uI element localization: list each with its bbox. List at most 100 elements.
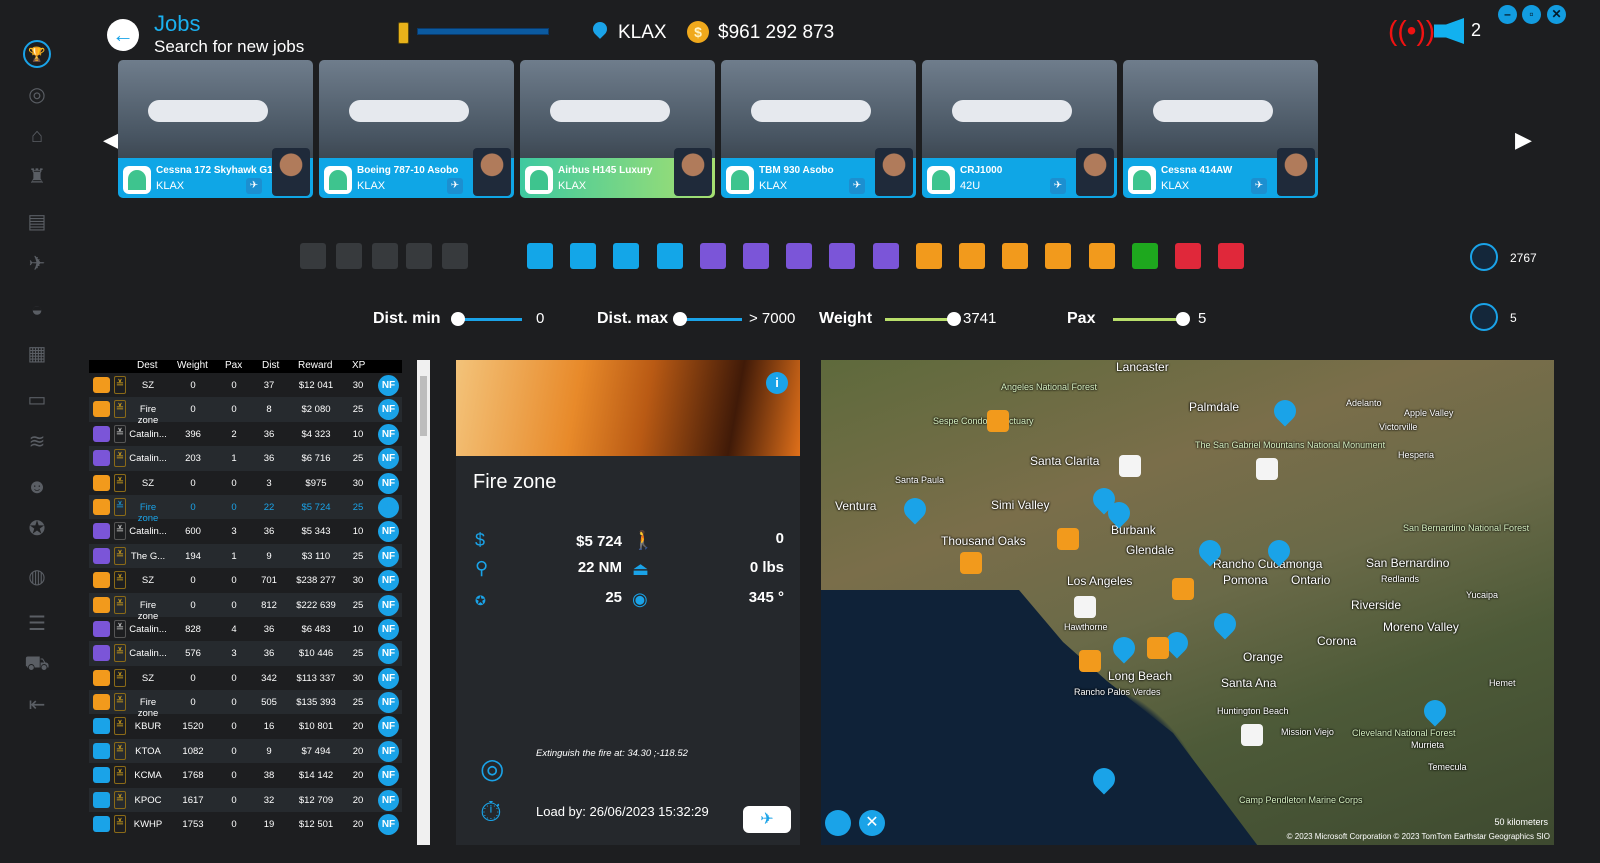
view-job-button[interactable]: NF [378,448,399,470]
hangar-icon[interactable]: ⌂ [23,124,51,148]
table-row[interactable]: ≚ Catalin... 203 1 36 $6 716 25 NF [89,446,402,471]
view-job-button[interactable]: NF [378,643,399,665]
view-job-button[interactable]: NF [378,716,399,738]
table-row[interactable]: ≚ KPOC 1617 0 32 $12 709 20 NF [89,787,402,813]
view-job-button[interactable]: NF [378,521,399,543]
table-row[interactable]: ≚ Catalin... 396 2 36 $4 323 10 NF [89,422,402,446]
table-row[interactable]: ≚ KTOA 1082 0 9 $7 494 20 NF [89,738,402,764]
rescue-icon[interactable] [959,243,985,269]
table-row[interactable]: ≚ Fire zone 0 0 8 $2 080 25 NF [89,397,402,426]
table-row[interactable]: ≚ Fire zone 0 0 812 $222 639 25 NF [89,592,402,622]
job-map-marker[interactable] [1079,650,1101,672]
documents-icon[interactable]: ▦ [23,342,51,366]
table-row[interactable]: ≚ KBUR 1520 0 16 $10 801 20 NF [89,714,402,738]
lamp-icon[interactable] [372,243,398,269]
job-map-marker[interactable] [1074,596,1096,618]
view-job-button[interactable]: NF [378,375,399,396]
map-layer-button[interactable] [825,810,851,836]
trophy-icon[interactable]: 🏆 [23,40,51,68]
passenger-photo-icon[interactable] [829,243,856,269]
job-map-marker[interactable] [899,493,931,525]
fuel-icon[interactable] [406,243,432,269]
job-map-marker[interactable] [987,410,1009,432]
passenger-helicopter-icon[interactable] [786,243,813,269]
map-satellite-button[interactable]: ✕ [859,810,885,836]
table-row[interactable]: ≚ SZ 0 0 701 $238 277 30 NF [89,568,402,592]
job-map-marker[interactable] [1119,455,1141,477]
view-job-button[interactable]: NF [378,423,399,445]
dist-max-slider[interactable] [680,318,742,321]
job-map-marker[interactable] [1108,632,1140,664]
cart-icon[interactable]: ⛟ [23,652,51,676]
wifi-icon[interactable]: ((•)) [1388,15,1435,47]
aircraft-card[interactable]: CRJ1000 42U ✈ [922,60,1117,198]
tower-icon[interactable]: ♜ [23,165,51,189]
view-job-button[interactable]: NF [378,740,399,762]
passenger-luggage-icon[interactable] [699,243,726,269]
col-xp[interactable]: XP [352,360,365,371]
job-map-marker[interactable] [1256,458,1278,480]
view-job-button[interactable]: NF [378,765,399,787]
table-row[interactable]: ≚ Catalin... 576 3 36 $10 446 25 NF [89,641,402,666]
col-reward[interactable]: Reward [298,360,332,371]
minimize-button[interactable]: – [1498,5,1517,24]
table-row[interactable]: ≚ Catalin... 600 3 36 $5 343 10 NF [89,519,402,543]
fragile-cargo-icon[interactable] [570,243,597,269]
parachute-pack-icon[interactable] [1045,243,1072,269]
job-map-marker[interactable] [1241,724,1263,746]
aircraft-card[interactable]: Cessna 414AW KLAX ✈ [1123,60,1318,198]
weight-slider[interactable] [885,318,953,321]
aircraft-card[interactable]: Airbus H145 Luxury KLAX [520,60,715,198]
table-row[interactable]: ≚ KWHP 1753 0 19 $12 501 20 NF [89,812,402,836]
megaphone-icon[interactable] [1434,18,1464,44]
col-pax[interactable]: Pax [225,360,242,371]
view-job-button[interactable]: NF [378,496,399,518]
job-map-marker[interactable] [1269,395,1301,427]
weight-thumb[interactable] [947,312,961,326]
dist-min-thumb[interactable] [451,312,465,326]
carousel-next-button[interactable]: ▶ [1515,127,1532,153]
close-button[interactable]: ✕ [1547,5,1566,24]
vip-passenger-icon[interactable] [743,243,769,269]
job-map-marker[interactable] [1209,608,1241,640]
info-icon[interactable]: i [766,372,788,394]
view-job-button[interactable]: NF [378,399,399,421]
settings-sliders-icon[interactable]: ☰ [23,612,51,636]
col-dist[interactable]: Dist [262,360,279,371]
aircraft-card[interactable]: Cessna 172 Skyhawk G1000 KLAX ✈ [118,60,313,198]
view-job-button[interactable]: NF [378,667,399,689]
table-row[interactable]: ≚ Fire zone 0 0 22 $5 724 25 NF [89,494,402,524]
table-row[interactable]: ≚ KCMA 1768 0 38 $14 142 20 NF [89,763,402,787]
view-job-button[interactable]: NF [378,692,399,714]
view-job-button[interactable]: NF [378,618,399,640]
job-map-marker[interactable] [1057,528,1079,550]
table-row[interactable]: ≚ SZ 0 0 3 $975 30 NF [89,471,402,495]
col-weight[interactable]: Weight [177,360,208,371]
table-row[interactable]: ≚ SZ 0 0 37 $12 041 30 NF [89,373,402,397]
hangar-icon[interactable] [300,243,326,269]
aircraft-card[interactable]: Boeing 787-10 Asobo KLAX ✈ [319,60,514,198]
logout-icon[interactable]: ⇤ [23,693,51,717]
cargo-icon[interactable] [527,243,553,269]
dist-max-thumb[interactable] [673,312,687,326]
pax-slider[interactable] [1113,318,1183,321]
table-row[interactable]: ≚ SZ 0 0 342 $113 337 30 NF [89,666,402,690]
trophy-icon[interactable] [336,243,362,269]
world-icon[interactable]: ◍ [23,565,51,589]
dist-min-slider[interactable] [458,318,522,321]
view-job-button[interactable]: NF [378,789,399,811]
map[interactable]: 50 kilometers © 2023 Microsoft Corporati… [821,360,1554,845]
view-job-button[interactable]: NF [378,545,399,567]
shop-icon[interactable]: ▤ [23,210,51,234]
headset-icon[interactable] [442,243,468,269]
logbook-icon[interactable]: ▭ [23,388,51,412]
compass-icon[interactable]: ◎ [23,83,51,107]
view-job-button[interactable]: NF [378,594,399,616]
parachute-icon[interactable] [1218,243,1245,269]
view-job-button[interactable]: NF [378,472,399,494]
fire-icon[interactable] [1002,243,1029,269]
job-map-marker[interactable] [1419,695,1451,727]
military-icon[interactable] [1175,243,1201,269]
no-drone-icon[interactable] [1131,243,1158,269]
table-row[interactable]: ≚ The G... 194 1 9 $3 110 25 NF [89,543,402,569]
